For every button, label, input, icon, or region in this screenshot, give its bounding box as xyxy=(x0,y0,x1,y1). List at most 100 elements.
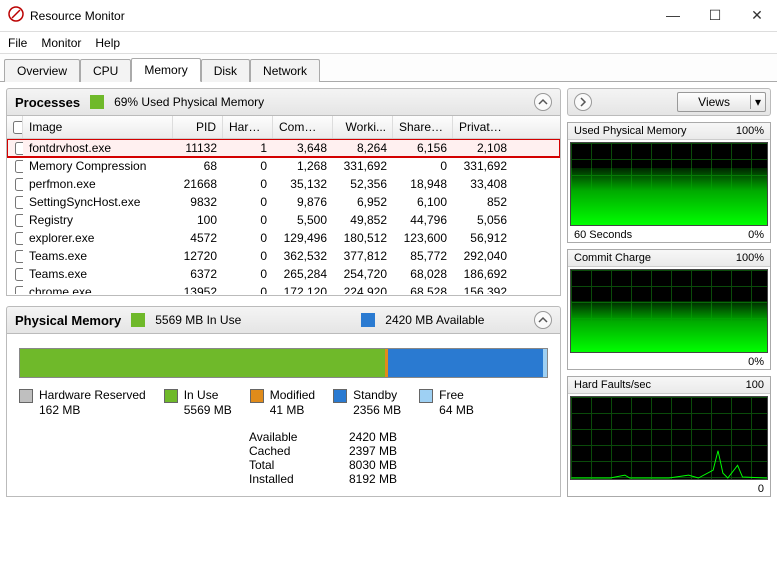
cell-share: 123,600 xyxy=(393,231,453,245)
cell-image: perfmon.exe xyxy=(23,177,173,191)
col-working[interactable]: Worki... xyxy=(333,116,393,138)
physical-memory-panel: Hardware Reserved162 MBIn Use5569 MBModi… xyxy=(6,334,561,497)
app-icon xyxy=(8,6,24,25)
col-check[interactable] xyxy=(7,116,23,138)
chart-foot-left: 60 Seconds xyxy=(574,229,632,241)
cell-image: Teams.exe xyxy=(23,267,173,281)
col-shareable[interactable]: Sharea... xyxy=(393,116,453,138)
physical-memory-header[interactable]: Physical Memory 5569 MB In Use 2420 MB A… xyxy=(6,306,561,334)
menu-help[interactable]: Help xyxy=(95,36,120,50)
row-checkbox[interactable] xyxy=(15,178,23,191)
processes-title: Processes xyxy=(15,95,80,110)
row-checkbox[interactable] xyxy=(15,160,23,173)
cell-share: 44,796 xyxy=(393,213,453,227)
chart-nav-button[interactable] xyxy=(574,93,592,111)
cell-commit: 172,120 xyxy=(273,285,333,294)
select-all-checkbox[interactable] xyxy=(13,121,23,134)
table-row[interactable]: Registry10005,50049,85244,7965,056 xyxy=(7,211,560,229)
table-body[interactable]: fontdrvhost.exe1113213,6488,2646,1562,10… xyxy=(7,139,560,294)
table-row[interactable]: explorer.exe45720129,496180,512123,60056… xyxy=(7,229,560,247)
col-pid[interactable]: PID xyxy=(173,116,223,138)
legend-swatch-icon xyxy=(333,389,347,403)
cell-hf: 0 xyxy=(223,267,273,281)
table-row[interactable]: chrome.exe139520172,120224,92068,528156,… xyxy=(7,283,560,294)
tab-overview[interactable]: Overview xyxy=(4,59,80,82)
row-checkbox[interactable] xyxy=(15,232,23,245)
chart-foot-right: 0 xyxy=(758,483,764,495)
cell-commit: 3,648 xyxy=(273,141,333,155)
table-row[interactable]: Memory Compression6801,268331,6920331,69… xyxy=(7,157,560,175)
chart-canvas xyxy=(570,269,768,353)
row-checkbox[interactable] xyxy=(15,142,23,155)
row-checkbox[interactable] xyxy=(15,250,23,263)
cell-hf: 0 xyxy=(223,195,273,209)
cell-image: SettingSyncHost.exe xyxy=(23,195,173,209)
cell-working: 180,512 xyxy=(333,231,393,245)
table-row[interactable]: perfmon.exe21668035,13252,35618,94833,40… xyxy=(7,175,560,193)
row-checkbox[interactable] xyxy=(15,268,23,281)
table-row[interactable]: Teams.exe63720265,284254,72068,028186,69… xyxy=(7,265,560,283)
processes-summary: 69% Used Physical Memory xyxy=(114,95,264,109)
table-row[interactable]: SettingSyncHost.exe983209,8766,9526,1008… xyxy=(7,193,560,211)
inuse-swatch-icon xyxy=(131,313,145,327)
processes-header[interactable]: Processes 69% Used Physical Memory xyxy=(6,88,561,116)
chart-title: Used Physical Memory xyxy=(574,125,686,137)
table-row[interactable]: fontdrvhost.exe1113213,6488,2646,1562,10… xyxy=(7,139,560,157)
stat-key: Available xyxy=(249,430,309,444)
chart-block: Hard Faults/sec1000 xyxy=(567,376,771,497)
cell-image: explorer.exe xyxy=(23,231,173,245)
chart-max: 100% xyxy=(736,125,764,137)
row-checkbox[interactable] xyxy=(15,286,23,295)
cell-private: 56,912 xyxy=(453,231,513,245)
tab-cpu[interactable]: CPU xyxy=(80,59,131,82)
physical-title: Physical Memory xyxy=(15,313,121,328)
cell-image: chrome.exe xyxy=(23,285,173,294)
cell-hf: 0 xyxy=(223,159,273,173)
stat-row: Cached2397 MB xyxy=(249,444,548,458)
tab-memory[interactable]: Memory xyxy=(131,58,200,82)
cell-private: 156,392 xyxy=(453,285,513,294)
close-button[interactable]: ✕ xyxy=(745,7,769,24)
stat-value: 2397 MB xyxy=(327,444,397,458)
col-image[interactable]: Image xyxy=(23,116,173,138)
cell-working: 224,920 xyxy=(333,285,393,294)
legend-swatch-icon xyxy=(250,389,264,403)
cell-private: 292,040 xyxy=(453,249,513,263)
tab-disk[interactable]: Disk xyxy=(201,59,250,82)
chart-max: 100 xyxy=(746,379,764,391)
cell-working: 49,852 xyxy=(333,213,393,227)
cell-hf: 0 xyxy=(223,177,273,191)
tab-network[interactable]: Network xyxy=(250,59,320,82)
charts-header: Views ▾ xyxy=(567,88,771,116)
tab-bar: Overview CPU Memory Disk Network xyxy=(0,54,777,82)
memory-stats: Available2420 MBCached2397 MBTotal8030 M… xyxy=(249,430,548,486)
memory-bar xyxy=(19,348,548,378)
collapse-button-2[interactable] xyxy=(534,311,552,329)
maximize-button[interactable]: ☐ xyxy=(703,7,727,24)
legend-name: Modified xyxy=(270,388,315,403)
row-checkbox[interactable] xyxy=(15,196,23,209)
cell-pid: 13952 xyxy=(173,285,223,294)
menu-file[interactable]: File xyxy=(8,36,27,50)
cell-working: 377,812 xyxy=(333,249,393,263)
row-checkbox[interactable] xyxy=(15,214,23,227)
col-private[interactable]: Private ... xyxy=(453,116,513,138)
stat-value: 8192 MB xyxy=(327,472,397,486)
avail-label: 2420 MB Available xyxy=(385,313,484,327)
views-label: Views xyxy=(678,95,750,109)
collapse-button[interactable] xyxy=(534,93,552,111)
table-header: Image PID Hard F... Commi... Worki... Sh… xyxy=(7,116,560,139)
legend-value: 162 MB xyxy=(39,403,146,418)
cell-commit: 5,500 xyxy=(273,213,333,227)
views-dropdown[interactable]: Views ▾ xyxy=(677,92,766,112)
table-row[interactable]: Teams.exe127200362,532377,81285,772292,0… xyxy=(7,247,560,265)
col-commit[interactable]: Commi... xyxy=(273,116,333,138)
col-hardfaults[interactable]: Hard F... xyxy=(223,116,273,138)
menu-monitor[interactable]: Monitor xyxy=(41,36,81,50)
cell-commit: 362,532 xyxy=(273,249,333,263)
minimize-button[interactable]: — xyxy=(661,7,685,24)
cell-pid: 4572 xyxy=(173,231,223,245)
stat-row: Available2420 MB xyxy=(249,430,548,444)
memory-segment xyxy=(543,349,547,377)
cell-commit: 35,132 xyxy=(273,177,333,191)
